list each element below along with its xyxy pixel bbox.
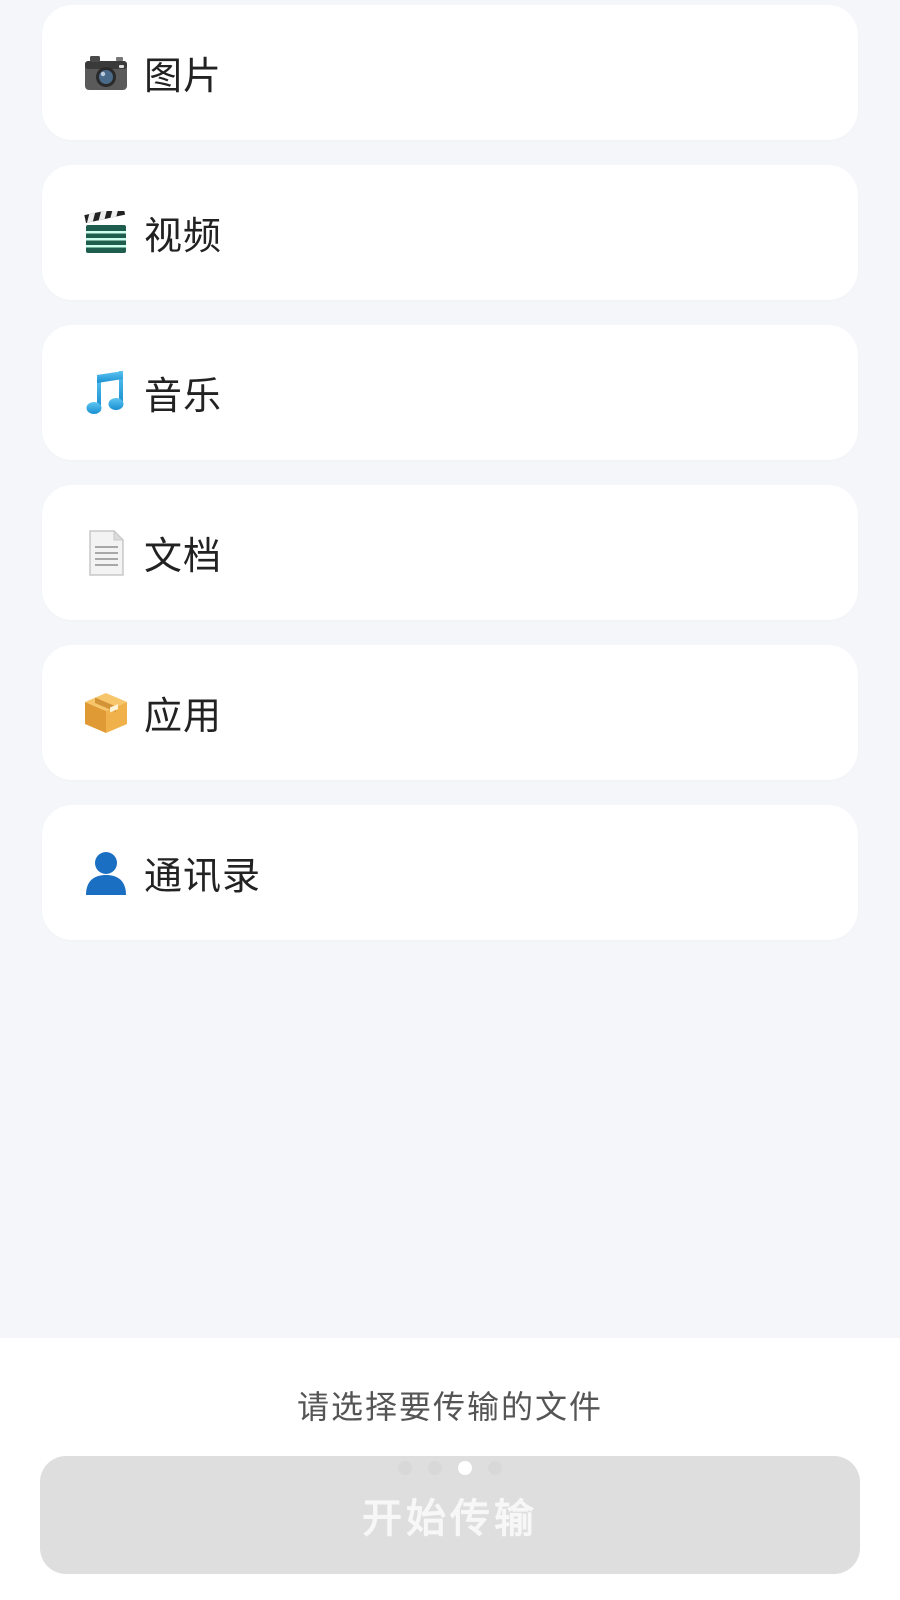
category-label: 图片 xyxy=(144,54,223,98)
page-dot xyxy=(428,1461,442,1475)
bottom-panel: 请选择要传输的文件 开始传输 xyxy=(0,1338,900,1600)
page-dot xyxy=(488,1461,502,1475)
category-label: 通讯录 xyxy=(144,854,262,898)
selection-hint: 请选择要传输的文件 xyxy=(296,1388,603,1426)
page-indicator xyxy=(0,1461,900,1475)
page-dot-active xyxy=(458,1461,472,1475)
file-category-list: 图片 视频 音乐 文档 应用 通讯录 xyxy=(42,5,858,965)
category-item-videos[interactable]: 视频 xyxy=(42,165,858,300)
document-icon xyxy=(82,529,130,577)
category-label: 应用 xyxy=(144,694,223,738)
category-label: 文档 xyxy=(144,534,223,578)
category-label: 视频 xyxy=(144,214,223,258)
category-item-music[interactable]: 音乐 xyxy=(42,325,858,460)
category-item-apps[interactable]: 应用 xyxy=(42,645,858,780)
category-item-pictures[interactable]: 图片 xyxy=(42,5,858,140)
camera-icon xyxy=(82,49,130,97)
contact-icon xyxy=(82,849,130,897)
package-icon xyxy=(82,689,130,737)
clapperboard-icon xyxy=(82,209,130,257)
category-label: 音乐 xyxy=(144,374,223,418)
music-note-icon xyxy=(82,369,130,417)
page-dot xyxy=(398,1461,412,1475)
category-item-contacts[interactable]: 通讯录 xyxy=(42,805,858,940)
category-item-documents[interactable]: 文档 xyxy=(42,485,858,620)
